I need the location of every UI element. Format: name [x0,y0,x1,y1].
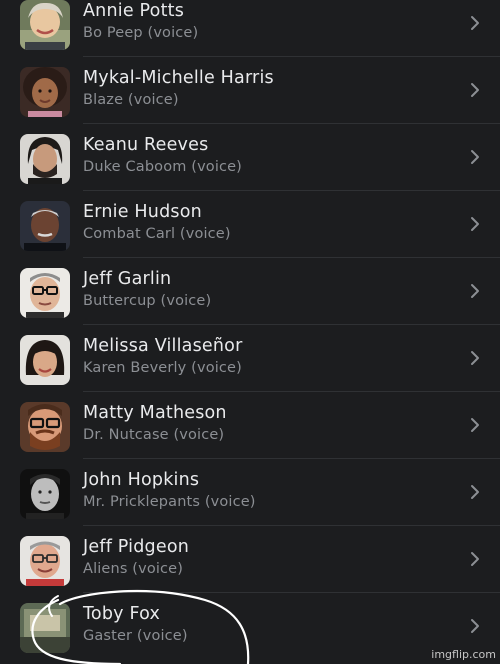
cast-row-text: Annie Potts Bo Peep (voice) [83,0,453,43]
cast-row-text: John Hopkins Mr. Pricklepants (voice) [83,469,453,512]
cast-row-text: Jeff Garlin Buttercup (voice) [83,268,453,311]
actor-name: Keanu Reeves [83,135,209,155]
chevron-right-icon [471,16,479,30]
chevron-right-icon [471,150,479,164]
cast-row-melissa-villasenor[interactable]: Melissa Villaseñor Karen Beverly (voice) [0,325,500,392]
chevron-right-icon [471,418,479,432]
cast-screen: Annie Potts Bo Peep (voice) Mykal-Michel… [0,0,500,664]
chevron-right-icon [471,217,479,231]
avatar-ernie-hudson [20,201,70,251]
role-name: Karen Beverly (voice) [83,360,242,376]
actor-name: Annie Potts [83,1,185,21]
role-name: Aliens (voice) [83,561,184,577]
role-name: Gaster (voice) [83,628,188,644]
avatar-mykal-michelle-harris [20,67,70,117]
actor-name: Mykal-Michelle Harris [83,68,274,88]
actor-name: Matty Matheson [83,403,227,423]
actor-name: Ernie Hudson [83,202,202,222]
avatar-jeff-pidgeon [20,536,70,586]
actor-name: Melissa Villaseñor [83,336,243,356]
avatar-melissa-villasenor [20,335,70,385]
role-name: Dr. Nutcase (voice) [83,427,225,443]
role-name: Duke Caboom (voice) [83,159,242,175]
role-name: Mr. Pricklepants (voice) [83,494,256,510]
chevron-right-icon [471,485,479,499]
cast-row-jeff-garlin[interactable]: Jeff Garlin Buttercup (voice) [0,258,500,325]
avatar-matty-matheson [20,402,70,452]
cast-row-text: Matty Matheson Dr. Nutcase (voice) [83,402,453,445]
cast-row-text: Toby Fox Gaster (voice) [83,603,453,646]
cast-row-text: Jeff Pidgeon Aliens (voice) [83,536,453,579]
cast-row-text: Melissa Villaseñor Karen Beverly (voice) [83,335,453,378]
actor-name: Jeff Garlin [83,269,172,289]
avatar-keanu-reeves [20,134,70,184]
cast-row-mykal-michelle-harris[interactable]: Mykal-Michelle Harris Blaze (voice) [0,57,500,124]
chevron-right-icon [471,83,479,97]
cast-row-ernie-hudson[interactable]: Ernie Hudson Combat Carl (voice) [0,191,500,258]
cast-row-john-hopkins[interactable]: John Hopkins Mr. Pricklepants (voice) [0,459,500,526]
cast-row-text: Mykal-Michelle Harris Blaze (voice) [83,67,453,110]
cast-list: Annie Potts Bo Peep (voice) Mykal-Michel… [0,0,500,660]
cast-row-text: Ernie Hudson Combat Carl (voice) [83,201,453,244]
actor-name: John Hopkins [83,470,200,490]
avatar-jeff-garlin [20,268,70,318]
chevron-right-icon [471,351,479,365]
role-name: Buttercup (voice) [83,293,212,309]
avatar-toby-fox [20,603,70,653]
cast-row-toby-fox[interactable]: Toby Fox Gaster (voice) [0,593,500,660]
cast-row-text: Keanu Reeves Duke Caboom (voice) [83,134,453,177]
role-name: Combat Carl (voice) [83,226,231,242]
avatar-john-hopkins [20,469,70,519]
role-name: Blaze (voice) [83,92,179,108]
cast-row-matty-matheson[interactable]: Matty Matheson Dr. Nutcase (voice) [0,392,500,459]
role-name: Bo Peep (voice) [83,25,199,41]
cast-row-jeff-pidgeon[interactable]: Jeff Pidgeon Aliens (voice) [0,526,500,593]
cast-row-keanu-reeves[interactable]: Keanu Reeves Duke Caboom (voice) [0,124,500,191]
cast-row-annie-potts[interactable]: Annie Potts Bo Peep (voice) [0,0,500,57]
actor-name: Jeff Pidgeon [83,537,190,557]
chevron-right-icon [471,552,479,566]
actor-name: Toby Fox [83,604,161,624]
avatar-annie-potts [20,0,70,50]
imgflip-watermark: imgflip.com [431,648,496,661]
chevron-right-icon [471,284,479,298]
chevron-right-icon [471,619,479,633]
